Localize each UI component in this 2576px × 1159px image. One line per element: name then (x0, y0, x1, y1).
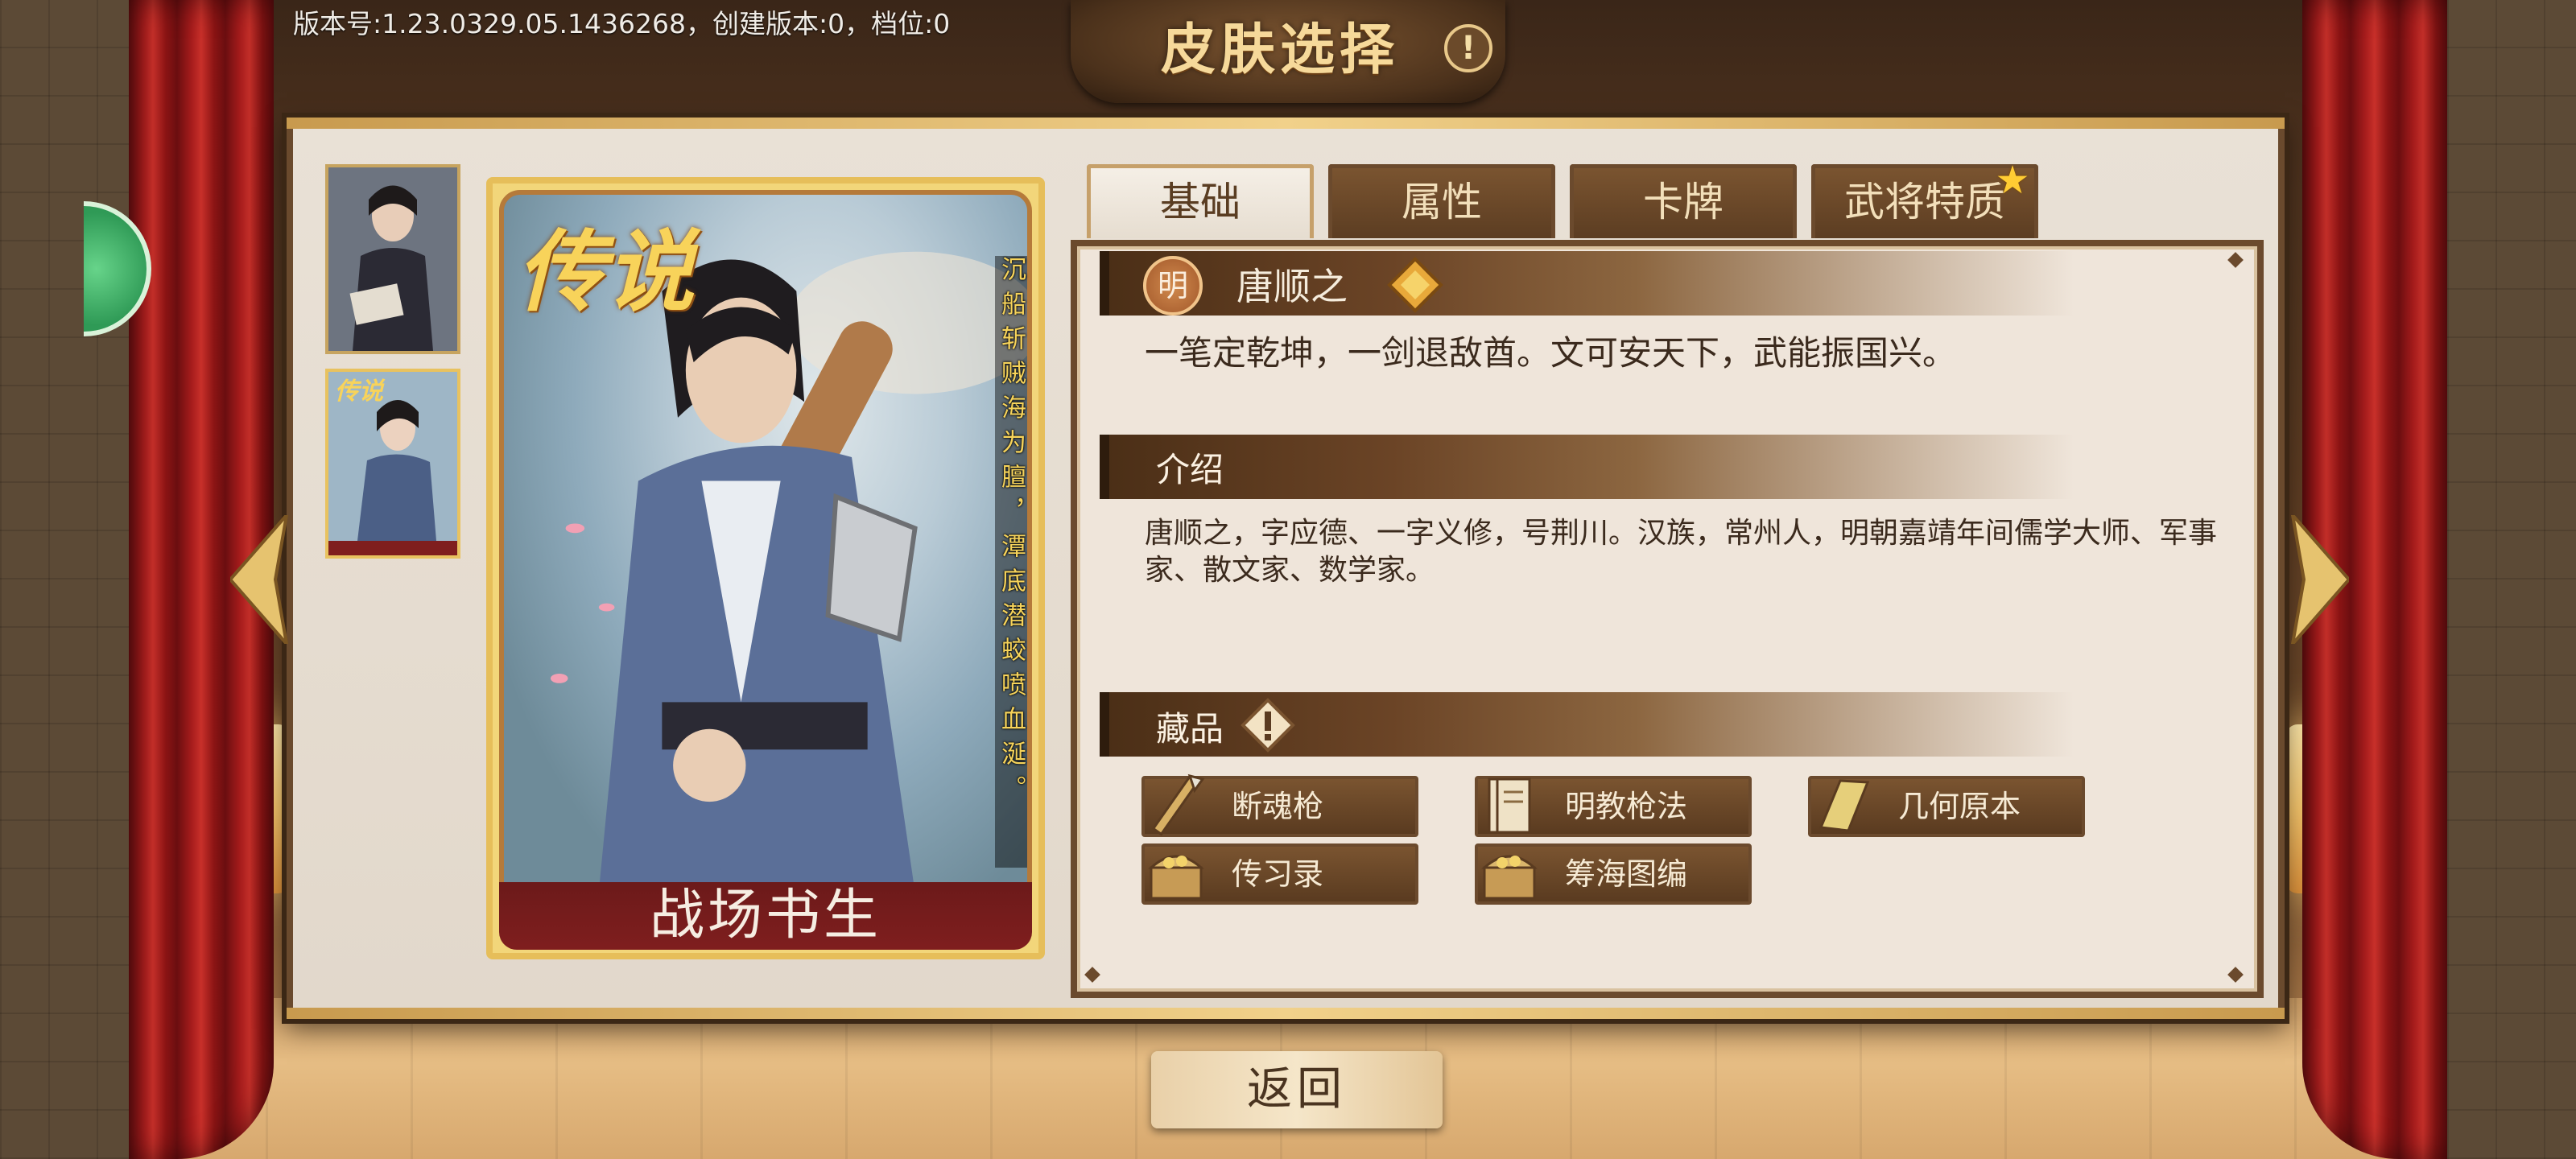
tab-attributes[interactable]: 属性 (1328, 164, 1555, 238)
intro-text: 唐顺之，字应德、一字义修，号荆川。汉族，常州人，明朝嘉靖年间儒学大师、军事家、散… (1145, 517, 2218, 587)
skin-thumbnail-classic[interactable] (325, 164, 460, 354)
page-title: 皮肤选择 (1160, 18, 1399, 82)
return-button-label: 返回 (1247, 1063, 1347, 1116)
next-arrow-icon[interactable] (2286, 515, 2349, 644)
skin-thumbnail-legend[interactable]: 传说 (325, 369, 460, 559)
book-icon (1818, 779, 1870, 832)
tab-cards[interactable]: 卡牌 (1570, 164, 1797, 238)
collection-item[interactable]: 筹海图编 (1475, 843, 1752, 905)
right-wall (2447, 0, 2576, 1159)
collection-item[interactable]: 断魂枪 (1141, 773, 1418, 837)
skin-poem: 沉船斩贼海为膻，潭底潜蛟喷血涎。 (995, 256, 1027, 868)
skin-name: 战场书生 (649, 884, 881, 947)
rarity-diamond-icon (1387, 257, 1443, 313)
collection-item[interactable]: 明教枪法 (1475, 776, 1752, 837)
collection-title: 藏品 (1156, 709, 1224, 749)
book-icon (1488, 777, 1531, 834)
title-info-icon[interactable]: ! (1444, 24, 1492, 72)
spear-icon (1151, 773, 1205, 836)
tab-basic[interactable]: 基础 (1087, 164, 1314, 238)
general-quote: 一笔定乾坤，一剑退敌酋。文可安天下，武能振国兴。 (1145, 333, 1957, 373)
collection-item-label: 几何原本 (1898, 789, 2021, 824)
collection-item-label: 筹海图编 (1565, 856, 1688, 892)
collection-info-icon[interactable] (1240, 697, 1296, 753)
panel-top-trim (287, 118, 2285, 129)
collection-item-label: 明教枪法 (1565, 789, 1688, 824)
skin-card: 传说 沉船斩贼海为膻，潭底潜蛟喷血涎。 战场书生 (486, 177, 1045, 959)
intro-header-bar (1100, 435, 2074, 499)
star-icon: ★ (1995, 158, 2030, 203)
version-info: 版本号:1.23.0329.05.1436268，创建版本:0，档位:0 (293, 8, 951, 39)
chest-icon (1148, 855, 1204, 900)
legend-rank-label: 传说 (517, 220, 694, 324)
chest-icon (1481, 855, 1538, 900)
dynasty-badge: 明 (1143, 256, 1203, 316)
left-wall (0, 0, 129, 1159)
intro-title: 介绍 (1156, 450, 1224, 489)
collection-item-label: 传习录 (1232, 856, 1324, 892)
general-name: 唐顺之 (1236, 265, 1348, 308)
panel-bottom-trim (287, 1008, 2285, 1019)
svg-text:传说: 传说 (335, 377, 386, 406)
portrait-figure-icon: 传说 (328, 372, 457, 555)
collection-item[interactable]: 传习录 (1141, 843, 1418, 905)
portrait-figure-icon (328, 167, 457, 351)
collection-item[interactable]: 几何原本 (1808, 776, 2085, 837)
collection-item-label: 断魂枪 (1232, 789, 1324, 824)
previous-arrow-icon[interactable] (230, 515, 293, 644)
